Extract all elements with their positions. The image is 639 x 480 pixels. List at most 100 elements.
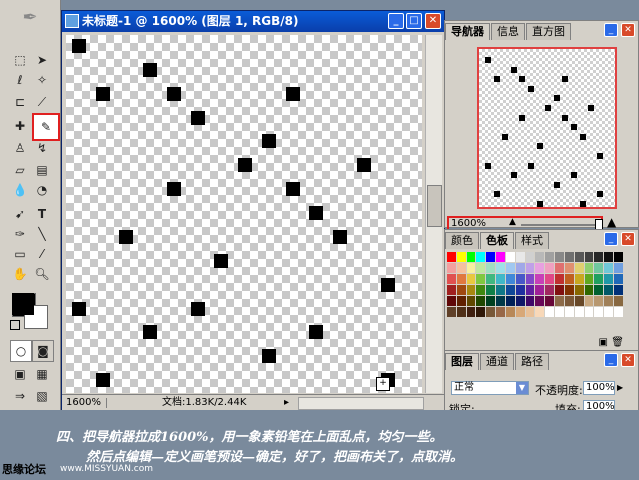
tab-navigator-2[interactable]: 直方图 bbox=[526, 23, 571, 40]
swatch[interactable] bbox=[466, 296, 476, 306]
swatch[interactable] bbox=[555, 263, 564, 273]
swatch[interactable] bbox=[505, 296, 515, 306]
swatch[interactable] bbox=[456, 296, 466, 306]
swatch[interactable] bbox=[505, 274, 515, 284]
swatch[interactable] bbox=[515, 296, 525, 306]
tab-swatches-1[interactable]: 色板 bbox=[480, 232, 514, 249]
swatch[interactable] bbox=[545, 252, 555, 262]
swatch[interactable] bbox=[476, 274, 486, 284]
swatch[interactable] bbox=[545, 285, 555, 295]
type-icon[interactable]: T bbox=[32, 204, 52, 224]
swatch[interactable] bbox=[594, 285, 604, 295]
swatch[interactable] bbox=[604, 307, 614, 317]
swatch[interactable] bbox=[486, 252, 496, 262]
panel-minimize-button[interactable]: _ bbox=[604, 23, 618, 37]
swatch[interactable] bbox=[545, 307, 555, 317]
swatch[interactable] bbox=[476, 296, 486, 306]
swatch[interactable] bbox=[535, 307, 545, 317]
swatch[interactable] bbox=[604, 274, 614, 284]
swatch-grid[interactable] bbox=[447, 252, 623, 336]
swatch[interactable] bbox=[525, 296, 535, 306]
marquee-icon[interactable]: ⬚ bbox=[10, 50, 30, 70]
swatch[interactable] bbox=[555, 307, 564, 317]
gradient-icon[interactable]: ▤ bbox=[32, 160, 52, 180]
zoom-icon[interactable]: 🔍︎ bbox=[32, 264, 52, 284]
new-swatch-icon[interactable]: ▣ bbox=[599, 337, 608, 348]
opacity-input[interactable]: 100% bbox=[583, 381, 615, 395]
swatch[interactable] bbox=[535, 252, 545, 262]
swatch[interactable] bbox=[545, 296, 555, 306]
swatch[interactable] bbox=[486, 307, 496, 317]
blur-icon[interactable]: 💧 bbox=[10, 180, 30, 200]
panel-close-button[interactable]: ✕ bbox=[621, 232, 635, 246]
swatch[interactable] bbox=[574, 285, 584, 295]
swatch[interactable] bbox=[574, 274, 584, 284]
chevron-down-icon[interactable]: ▼ bbox=[516, 382, 528, 394]
swatch[interactable] bbox=[447, 274, 456, 284]
scrollbar-thumb[interactable] bbox=[427, 185, 442, 227]
pencil-icon[interactable]: ✎ bbox=[32, 113, 60, 141]
swatch[interactable] bbox=[535, 274, 545, 284]
swatch[interactable] bbox=[456, 252, 466, 262]
swatch[interactable] bbox=[535, 296, 545, 306]
swatch[interactable] bbox=[594, 307, 604, 317]
swatch[interactable] bbox=[515, 274, 525, 284]
swatch[interactable] bbox=[447, 285, 456, 295]
swatch[interactable] bbox=[614, 296, 623, 306]
swatch[interactable] bbox=[545, 263, 555, 273]
swatch[interactable] bbox=[486, 263, 496, 273]
swatch[interactable] bbox=[486, 274, 496, 284]
panel-minimize-button[interactable]: _ bbox=[604, 353, 618, 367]
maximize-button[interactable]: □ bbox=[406, 13, 422, 29]
swatch[interactable] bbox=[614, 274, 623, 284]
swatch[interactable] bbox=[447, 252, 456, 262]
zoom-in-icon[interactable]: ▲ bbox=[607, 215, 616, 229]
swatch[interactable] bbox=[505, 285, 515, 295]
document-title-bar[interactable]: 未标题-1 @ 1600% (图层 1, RGB/8) _ □ ✕ bbox=[62, 11, 444, 32]
swatch[interactable] bbox=[456, 274, 466, 284]
line-icon[interactable]: ╲ bbox=[32, 224, 52, 244]
canvas[interactable] bbox=[66, 35, 422, 393]
panel-minimize-button[interactable]: _ bbox=[604, 232, 618, 246]
slice-icon[interactable]: ⟋ bbox=[32, 92, 52, 112]
swatch[interactable] bbox=[535, 285, 545, 295]
swatch[interactable] bbox=[614, 285, 623, 295]
magic-wand-icon[interactable]: ✧ bbox=[32, 70, 52, 90]
zoom-out-icon[interactable]: ▲ bbox=[509, 217, 516, 227]
swatch[interactable] bbox=[564, 296, 574, 306]
swatch[interactable] bbox=[604, 252, 614, 262]
swatch[interactable] bbox=[476, 307, 486, 317]
tab-navigator-0[interactable]: 导航器 bbox=[445, 23, 490, 40]
swatch[interactable] bbox=[476, 285, 486, 295]
swatch[interactable] bbox=[604, 296, 614, 306]
quick-mask-icon[interactable]: ◙ bbox=[32, 340, 54, 362]
swatch[interactable] bbox=[584, 252, 594, 262]
swatch[interactable] bbox=[594, 252, 604, 262]
swatch[interactable] bbox=[574, 307, 584, 317]
swatch[interactable] bbox=[545, 274, 555, 284]
swatch[interactable] bbox=[525, 252, 535, 262]
resize-grip-icon[interactable]: + bbox=[376, 377, 390, 391]
delete-swatch-icon[interactable]: 🗑︎ bbox=[611, 337, 624, 348]
panel-close-button[interactable]: ✕ bbox=[621, 353, 635, 367]
lasso-icon[interactable]: ℓ bbox=[10, 70, 30, 90]
swatch[interactable] bbox=[535, 263, 545, 273]
swatch[interactable] bbox=[496, 274, 505, 284]
swatch[interactable] bbox=[505, 263, 515, 273]
swatch[interactable] bbox=[456, 285, 466, 295]
swatch[interactable] bbox=[604, 263, 614, 273]
history-brush-icon[interactable]: ↯ bbox=[32, 138, 52, 158]
healing-icon[interactable]: ✚ bbox=[10, 116, 30, 136]
swatch[interactable] bbox=[476, 263, 486, 273]
hand-icon[interactable]: ✋ bbox=[10, 264, 30, 284]
photoshop-feather-icon[interactable]: ✒ bbox=[6, 2, 54, 32]
swatch[interactable] bbox=[456, 307, 466, 317]
swatch[interactable] bbox=[594, 263, 604, 273]
swatch[interactable] bbox=[466, 274, 476, 284]
swatch[interactable] bbox=[525, 307, 535, 317]
swatch[interactable] bbox=[496, 252, 505, 262]
navigator-thumbnail[interactable] bbox=[477, 47, 617, 209]
stamp-icon[interactable]: ♙ bbox=[10, 138, 30, 158]
swatch[interactable] bbox=[515, 252, 525, 262]
jump-icon[interactable]: ▧ bbox=[32, 386, 52, 406]
